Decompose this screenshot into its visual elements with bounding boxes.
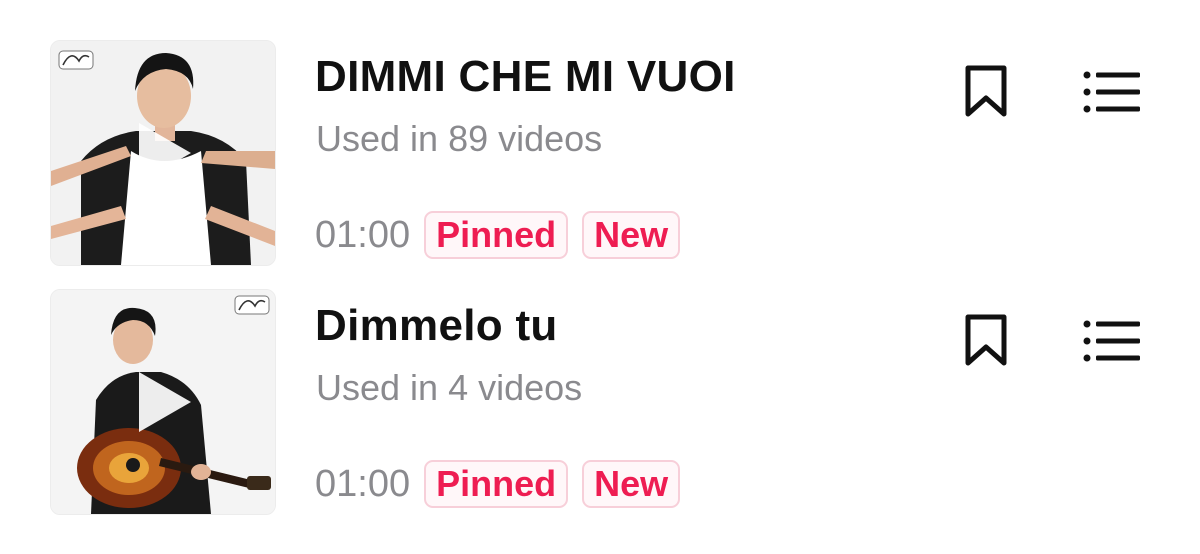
- bookmark-button[interactable]: [962, 313, 1010, 367]
- playlist-button[interactable]: [1082, 70, 1142, 114]
- album-cover[interactable]: [50, 40, 276, 266]
- list-icon: [1083, 71, 1140, 113]
- track-row[interactable]: Dimmelo tu Used in 4 videos 01:00 Pinned…: [0, 287, 1200, 517]
- playlist-button[interactable]: [1082, 319, 1142, 363]
- cover-art: [51, 290, 275, 514]
- duration: 01:00: [315, 462, 411, 505]
- duration: 01:00: [315, 213, 411, 256]
- album-cover[interactable]: [50, 289, 276, 515]
- bookmark-icon: [965, 314, 1007, 366]
- pinned-badge: Pinned: [424, 211, 569, 259]
- usage-count: Used in 4 videos: [316, 367, 583, 408]
- pinned-badge: Pinned: [424, 460, 569, 508]
- label-logo: [234, 295, 270, 315]
- bookmark-icon: [965, 65, 1007, 117]
- track-title: DIMMI CHE MI VUOI: [315, 52, 736, 101]
- track-meta: 01:00 Pinned New: [315, 460, 681, 508]
- label-logo: [58, 50, 94, 70]
- bookmark-button[interactable]: [962, 64, 1010, 118]
- track-row[interactable]: DIMMI CHE MI VUOI Used in 89 videos 01:0…: [0, 38, 1200, 268]
- new-badge: New: [582, 211, 681, 259]
- track-meta: 01:00 Pinned New: [315, 211, 681, 259]
- list-icon: [1083, 320, 1140, 362]
- new-badge: New: [582, 460, 681, 508]
- track-title: Dimmelo tu: [315, 301, 558, 350]
- cover-art: [51, 41, 275, 265]
- usage-count: Used in 89 videos: [316, 118, 603, 159]
